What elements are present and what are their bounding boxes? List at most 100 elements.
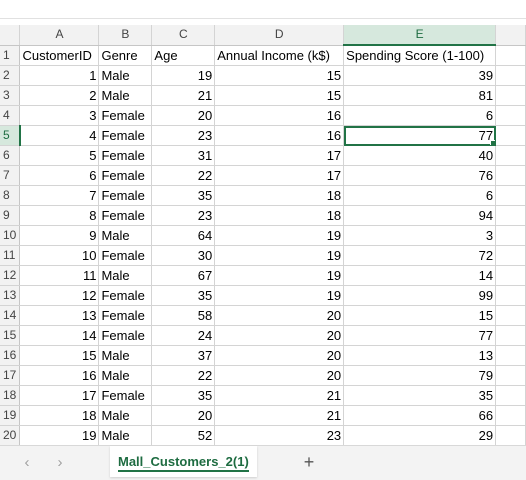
cell-c6[interactable]: 31 [151, 145, 216, 166]
cell-c15[interactable]: 24 [151, 325, 216, 346]
cell-c13[interactable]: 35 [151, 285, 216, 306]
cell-f15[interactable] [495, 325, 526, 346]
chevron-right-icon[interactable]: › [52, 455, 68, 471]
row-header[interactable]: 4 [0, 105, 21, 126]
row-header[interactable]: 19 [0, 405, 21, 426]
cell-f7[interactable] [495, 165, 526, 186]
cell-f9[interactable] [495, 205, 526, 226]
cell-d11[interactable]: 19 [214, 245, 345, 266]
cell-d8[interactable]: 18 [214, 185, 345, 206]
cell-d19[interactable]: 21 [214, 405, 345, 426]
cell-e19[interactable]: 66 [343, 405, 497, 426]
cell-d9[interactable]: 18 [214, 205, 345, 226]
cell-a7[interactable]: 6 [19, 165, 100, 186]
cell-a1[interactable]: CustomerID [19, 45, 100, 66]
row-header[interactable]: 17 [0, 365, 21, 386]
cell-e8[interactable]: 6 [343, 185, 497, 206]
cell-c3[interactable]: 21 [151, 85, 216, 106]
cell-a9[interactable]: 8 [19, 205, 100, 226]
add-sheet-icon[interactable]: + [300, 453, 318, 471]
sheet-tab-mall-customers[interactable]: Mall_Customers_2(1) [110, 446, 257, 477]
row-header[interactable]: 18 [0, 385, 21, 406]
chevron-left-icon[interactable]: ‹ [19, 455, 35, 471]
cell-d14[interactable]: 20 [214, 305, 345, 326]
cell-b19[interactable]: Male [98, 405, 153, 426]
cell-f16[interactable] [495, 345, 526, 366]
cell-c16[interactable]: 37 [151, 345, 216, 366]
cell-b11[interactable]: Female [98, 245, 153, 266]
row-header[interactable]: 12 [0, 265, 21, 286]
cell-b20[interactable]: Male [98, 425, 153, 445]
cell-c5[interactable]: 23 [151, 125, 216, 146]
cell-d20[interactable]: 23 [214, 425, 345, 445]
cell-c11[interactable]: 30 [151, 245, 216, 266]
cell-e9[interactable]: 94 [343, 205, 497, 226]
row-header[interactable]: 20 [0, 425, 21, 445]
select-all-corner[interactable] [0, 25, 21, 46]
row-header[interactable]: 10 [0, 225, 21, 246]
cell-f2[interactable] [495, 65, 526, 86]
cell-b6[interactable]: Female [98, 145, 153, 166]
row-header[interactable]: 16 [0, 345, 21, 366]
cell-b14[interactable]: Female [98, 305, 153, 326]
cell-f19[interactable] [495, 405, 526, 426]
row-header[interactable]: 6 [0, 145, 21, 166]
cell-e13[interactable]: 99 [343, 285, 497, 306]
cell-c8[interactable]: 35 [151, 185, 216, 206]
cell-d5[interactable]: 16 [214, 125, 345, 146]
cell-e17[interactable]: 79 [343, 365, 497, 386]
cell-a5[interactable]: 4 [19, 125, 100, 146]
column-header-b[interactable]: B [98, 25, 153, 46]
cell-d18[interactable]: 21 [214, 385, 345, 406]
cell-d16[interactable]: 20 [214, 345, 345, 366]
cell-b3[interactable]: Male [98, 85, 153, 106]
cell-e1[interactable]: Spending Score (1-100) [343, 45, 497, 66]
cell-a20[interactable]: 19 [19, 425, 100, 445]
selected-cell[interactable]: 77 [343, 125, 497, 146]
cell-e3[interactable]: 81 [343, 85, 497, 106]
cell-e18[interactable]: 35 [343, 385, 497, 406]
cell-e11[interactable]: 72 [343, 245, 497, 266]
row-header[interactable]: 13 [0, 285, 21, 306]
cell-a14[interactable]: 13 [19, 305, 100, 326]
row-header[interactable]: 7 [0, 165, 21, 186]
cell-a19[interactable]: 18 [19, 405, 100, 426]
cell-c17[interactable]: 22 [151, 365, 216, 386]
cell-a15[interactable]: 14 [19, 325, 100, 346]
cell-b16[interactable]: Male [98, 345, 153, 366]
cell-d3[interactable]: 15 [214, 85, 345, 106]
cell-a8[interactable]: 7 [19, 185, 100, 206]
cell-b7[interactable]: Female [98, 165, 153, 186]
cell-e10[interactable]: 3 [343, 225, 497, 246]
cell-a3[interactable]: 2 [19, 85, 100, 106]
cell-d4[interactable]: 16 [214, 105, 345, 126]
cell-a17[interactable]: 16 [19, 365, 100, 386]
column-header-c[interactable]: C [151, 25, 216, 46]
column-header-a[interactable]: A [19, 25, 100, 46]
cell-d15[interactable]: 20 [214, 325, 345, 346]
cell-c7[interactable]: 22 [151, 165, 216, 186]
cell-c10[interactable]: 64 [151, 225, 216, 246]
cell-c14[interactable]: 58 [151, 305, 216, 326]
cell-f5[interactable] [495, 125, 526, 146]
cell-b13[interactable]: Female [98, 285, 153, 306]
cell-a12[interactable]: 11 [19, 265, 100, 286]
cell-e15[interactable]: 77 [343, 325, 497, 346]
cell-b2[interactable]: Male [98, 65, 153, 86]
cell-b10[interactable]: Male [98, 225, 153, 246]
cell-c12[interactable]: 67 [151, 265, 216, 286]
cell-f14[interactable] [495, 305, 526, 326]
cell-f10[interactable] [495, 225, 526, 246]
row-header[interactable]: 14 [0, 305, 21, 326]
cell-d13[interactable]: 19 [214, 285, 345, 306]
cell-f12[interactable] [495, 265, 526, 286]
cell-e2[interactable]: 39 [343, 65, 497, 86]
cell-a10[interactable]: 9 [19, 225, 100, 246]
cell-c18[interactable]: 35 [151, 385, 216, 406]
cell-d10[interactable]: 19 [214, 225, 345, 246]
cell-a13[interactable]: 12 [19, 285, 100, 306]
cell-c4[interactable]: 20 [151, 105, 216, 126]
cell-b15[interactable]: Female [98, 325, 153, 346]
cell-e14[interactable]: 15 [343, 305, 497, 326]
cell-b17[interactable]: Male [98, 365, 153, 386]
